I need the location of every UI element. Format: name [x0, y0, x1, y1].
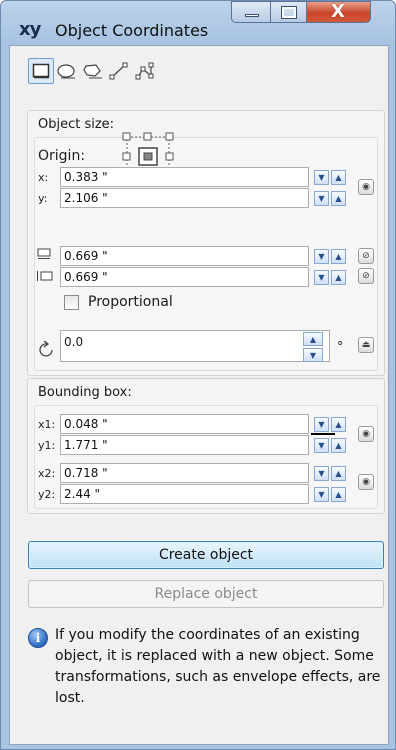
x2-decrement-icon[interactable]: ▼ [314, 466, 329, 481]
line-tool-icon [109, 62, 128, 80]
info-message: If you modify the coordinates of an exis… [55, 627, 381, 706]
lock-icon: ⏏ [361, 340, 371, 350]
height-increment-icon[interactable]: ▲ [331, 270, 346, 285]
ellipse-tool-icon [57, 64, 75, 79]
x1-increment-icon[interactable]: ▲ [331, 417, 346, 432]
target-icon: ◉ [362, 429, 370, 439]
width-spinner[interactable]: ▼ ▲ [314, 249, 348, 267]
close-icon: X [331, 1, 345, 22]
y2-label: y2: [38, 488, 56, 501]
height-spinner[interactable]: ▼ ▲ [314, 270, 348, 288]
y1-field[interactable]: 1.771 " [60, 435, 309, 455]
proportional-checkbox[interactable] [64, 295, 79, 310]
title-bar[interactable]: xy Object Coordinates X [1, 1, 395, 45]
corner2-target-button[interactable]: ◉ [358, 474, 374, 490]
width-increment-icon[interactable]: ▲ [331, 249, 346, 264]
xy-app-icon: xy [19, 19, 41, 40]
x2-spinner[interactable]: ▼ ▲ [314, 466, 348, 484]
corner1-target-button[interactable]: ◉ [358, 426, 374, 442]
height-field[interactable]: 0.669 " [60, 267, 309, 287]
y-field[interactable]: 2.106 " [60, 188, 309, 208]
polygon-tool-icon [83, 64, 102, 79]
rotation-field[interactable]: 0.0 [60, 330, 330, 362]
y1-increment-icon[interactable]: ▲ [331, 438, 346, 453]
polyline-tool-icon [135, 62, 154, 80]
rectangle-tool-icon [32, 63, 50, 79]
window-title: Object Coordinates [55, 21, 209, 40]
polyline-tool-button[interactable] [132, 58, 158, 84]
rotation-decrement-icon[interactable]: ▼ [303, 348, 323, 362]
object-size-label: Object size: [38, 117, 115, 132]
replace-object-button[interactable]: Replace object [28, 580, 384, 608]
link-icon: ⊘ [362, 251, 370, 261]
rectangle-tool-button[interactable] [28, 58, 54, 84]
rotation-spinner[interactable]: ▲ ▼ [303, 332, 323, 362]
x1-decrement-icon[interactable]: ▼ [314, 417, 329, 432]
y2-increment-icon[interactable]: ▲ [331, 487, 346, 502]
width-icon [37, 248, 51, 259]
maximize-button[interactable] [271, 1, 307, 23]
y-increment-icon[interactable]: ▲ [331, 191, 346, 206]
y2-decrement-icon[interactable]: ▼ [314, 487, 329, 502]
y2-spinner[interactable]: ▼ ▲ [314, 487, 348, 505]
info-icon: i [28, 628, 48, 648]
x-label: x: [38, 171, 49, 184]
polygon-tool-button[interactable] [80, 58, 106, 84]
x2-field[interactable]: 0.718 " [60, 463, 309, 483]
ellipse-tool-button[interactable] [54, 58, 80, 84]
minimize-button[interactable] [231, 1, 271, 23]
x-decrement-icon[interactable]: ▼ [314, 170, 329, 185]
x-spinner[interactable]: ▼ ▲ [314, 170, 348, 188]
x-increment-icon[interactable]: ▲ [331, 170, 346, 185]
proportional-label: Proportional [88, 294, 173, 310]
y2-field[interactable]: 2.44 " [60, 484, 309, 504]
spinner-focus-underline [311, 433, 335, 435]
y1-label: y1: [38, 439, 56, 452]
rotation-icon [39, 341, 53, 357]
height-icon [37, 271, 53, 281]
height-percent-button[interactable]: ⊘ [358, 268, 374, 284]
line-tool-button[interactable] [106, 58, 132, 84]
position-relative-button[interactable]: ◉ [358, 179, 374, 195]
x1-label: x1: [38, 418, 56, 431]
x2-increment-icon[interactable]: ▲ [331, 466, 346, 481]
close-button[interactable]: X [307, 1, 371, 23]
target-icon: ◉ [362, 477, 370, 487]
origin-label: Origin: [38, 148, 86, 164]
minimize-icon [245, 14, 259, 17]
y-label: y: [38, 192, 48, 205]
link-icon: ⊘ [362, 271, 370, 281]
degree-symbol: ° [337, 340, 344, 355]
x-field[interactable]: 0.383 " [60, 167, 309, 187]
create-object-button[interactable]: Create object [28, 541, 384, 569]
maximize-icon [281, 6, 297, 19]
height-decrement-icon[interactable]: ▼ [314, 270, 329, 285]
y-decrement-icon[interactable]: ▼ [314, 191, 329, 206]
y1-spinner[interactable]: ▼ ▲ [314, 438, 348, 456]
bounding-box-label: Bounding box: [38, 385, 132, 400]
x1-field[interactable]: 0.048 " [60, 414, 309, 434]
y1-decrement-icon[interactable]: ▼ [314, 438, 329, 453]
width-decrement-icon[interactable]: ▼ [314, 249, 329, 264]
width-percent-button[interactable]: ⊘ [358, 248, 374, 264]
x2-label: x2: [38, 467, 56, 480]
width-field[interactable]: 0.669 " [60, 246, 309, 266]
rotation-lock-button[interactable]: ⏏ [358, 337, 374, 353]
rotation-increment-icon[interactable]: ▲ [303, 332, 323, 346]
y-spinner[interactable]: ▼ ▲ [314, 191, 348, 209]
target-icon: ◉ [362, 182, 370, 192]
